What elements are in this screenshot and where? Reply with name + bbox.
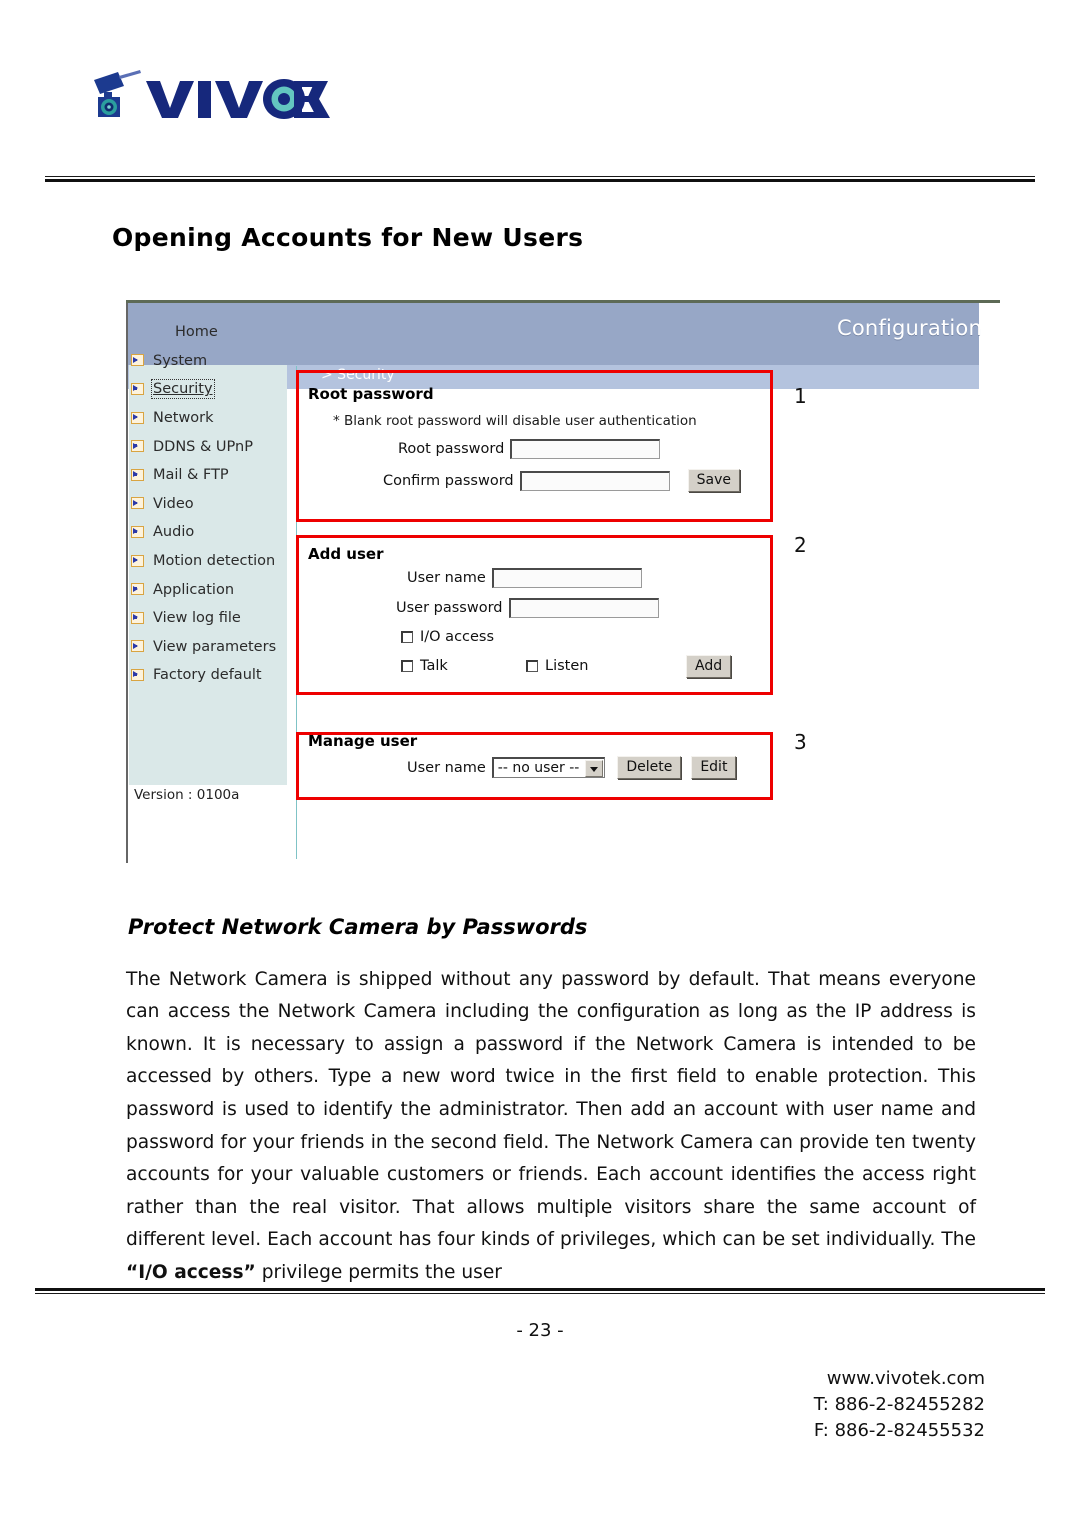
sidebar-item-application[interactable]: Application	[131, 575, 289, 604]
sidebar-item-label: View parameters	[153, 638, 277, 655]
step-number-3: 3	[794, 730, 807, 754]
camera-icon	[94, 70, 141, 117]
arrow-icon	[131, 497, 146, 510]
manage-user-title: Manage user	[308, 732, 418, 750]
app-header-title: Configuration	[836, 316, 982, 340]
sidebar-item-label: DDNS & UPnP	[153, 438, 253, 455]
sidebar-item-view-log-file[interactable]: View log file	[131, 604, 289, 633]
confirm-password-row: Confirm password Save	[383, 469, 740, 492]
arrow-icon	[131, 440, 146, 453]
listen-checkbox[interactable]	[526, 660, 538, 672]
sidebar-item-label: System	[153, 352, 208, 369]
logo-svg	[94, 70, 330, 119]
sidebar-item-label: Mail & FTP	[153, 467, 229, 484]
sidebar-item-label: Audio	[153, 524, 195, 541]
sidebar-item-label: View log file	[153, 610, 241, 627]
top-divider	[45, 176, 1035, 183]
io-access-label: I/O access	[420, 629, 495, 645]
bottom-divider	[35, 1288, 1045, 1295]
root-password-title: Root password	[308, 385, 434, 403]
logo-wordmark	[146, 79, 330, 119]
talk-row[interactable]: Talk	[401, 658, 448, 674]
page-title: Opening Accounts for New Users	[112, 223, 584, 252]
sidebar-item-ddns-upnp[interactable]: DDNS & UPnP	[131, 432, 289, 461]
paragraph-text-part1: The Network Camera is shipped without an…	[126, 968, 976, 1251]
edit-button[interactable]: Edit	[691, 756, 737, 779]
sidebar-item-system[interactable]: System	[131, 347, 289, 376]
step-number-2: 2	[794, 533, 807, 557]
footer-fax: F: 886-2-82455532	[813, 1420, 985, 1441]
footer-website: www.vivotek.com	[826, 1368, 985, 1389]
add-user-name-input[interactable]	[491, 568, 642, 588]
arrow-icon	[131, 382, 146, 396]
footer-contact: www.vivotek.com T: 886-2-82455282 F: 886…	[814, 1366, 985, 1444]
manage-user-select[interactable]: -- no user --	[491, 757, 606, 778]
body-paragraph: The Network Camera is shipped without an…	[126, 964, 976, 1290]
manage-user-row: User name -- no user -- Delete Edit	[407, 756, 737, 779]
chevron-down-icon[interactable]	[585, 759, 604, 777]
sidebar-item-label: Security	[151, 379, 215, 400]
talk-label: Talk	[420, 658, 448, 674]
firmware-version: Version : 0100a	[134, 787, 240, 803]
sidebar-item-network[interactable]: Network	[131, 404, 289, 433]
io-access-checkbox[interactable]	[401, 631, 413, 643]
page-number: - 23 -	[516, 1320, 564, 1341]
arrow-icon	[131, 640, 146, 653]
sidebar-item-mail-ftp[interactable]: Mail & FTP	[131, 461, 289, 490]
root-password-hint: * Blank root password will disable user …	[333, 413, 697, 429]
manage-user-name-label: User name	[407, 759, 486, 776]
sidebar-item-audio[interactable]: Audio	[131, 518, 289, 547]
talk-checkbox[interactable]	[401, 660, 413, 672]
sidebar-item-label: Motion detection	[153, 553, 276, 570]
root-password-label: Root password	[398, 441, 505, 457]
add-user-password-label: User password	[396, 600, 503, 616]
sidebar-item-view-parameters[interactable]: View parameters	[131, 633, 289, 662]
sidebar-nav: Home System Security Network DDNS & UPnP…	[131, 318, 289, 690]
io-access-emphasis: “I/O access”	[126, 1261, 256, 1283]
add-button[interactable]: Add	[686, 655, 732, 678]
confirm-password-label: Confirm password	[383, 472, 514, 489]
confirm-password-input[interactable]	[519, 470, 670, 491]
add-user-title: Add user	[308, 545, 384, 563]
arrow-icon	[131, 411, 146, 425]
section-heading: Protect Network Camera by Passwords	[128, 915, 588, 939]
footer-telephone: T: 886-2-82455282	[813, 1394, 985, 1415]
arrow-icon	[131, 668, 146, 682]
add-user-password-input[interactable]	[508, 598, 659, 618]
root-password-row: Root password	[398, 439, 661, 459]
sidebar-item-security[interactable]: Security	[131, 375, 289, 404]
add-user-name-row: User name	[407, 568, 642, 588]
sidebar-item-motion-detection[interactable]: Motion detection	[131, 547, 289, 576]
vivotek-logo	[88, 68, 338, 130]
paragraph-text-part2: privilege permits the user	[255, 1261, 502, 1283]
sidebar-item-label: Application	[153, 581, 235, 598]
arrow-icon	[131, 525, 146, 539]
save-button[interactable]: Save	[687, 469, 740, 492]
sidebar-item-label: Video	[153, 495, 194, 512]
sidebar-item-label: Network	[153, 410, 214, 427]
arrow-icon	[131, 583, 146, 596]
manage-user-select-value: -- no user --	[497, 760, 580, 776]
arrow-icon	[131, 554, 146, 568]
sidebar-item-video[interactable]: Video	[131, 490, 289, 519]
sidebar-item-label: Factory default	[153, 667, 262, 684]
arrow-icon	[131, 354, 146, 367]
sidebar-item-label: Home	[175, 324, 218, 341]
step-number-1: 1	[794, 384, 807, 408]
listen-row[interactable]: Listen	[526, 658, 588, 674]
listen-label: Listen	[545, 658, 589, 674]
arrow-icon	[131, 468, 146, 482]
delete-button[interactable]: Delete	[617, 756, 682, 779]
arrow-icon	[131, 611, 146, 625]
screenshot-left-edge	[126, 303, 128, 863]
root-password-input[interactable]	[510, 439, 661, 459]
io-access-row[interactable]: I/O access	[401, 629, 494, 645]
sidebar-item-home[interactable]: Home	[131, 318, 289, 347]
add-user-password-row: User password	[396, 598, 659, 618]
configuration-screenshot: Configuration > Security Home System Sec…	[126, 300, 1000, 865]
add-user-name-label: User name	[407, 570, 486, 586]
sidebar-item-factory-default[interactable]: Factory default	[131, 661, 289, 690]
